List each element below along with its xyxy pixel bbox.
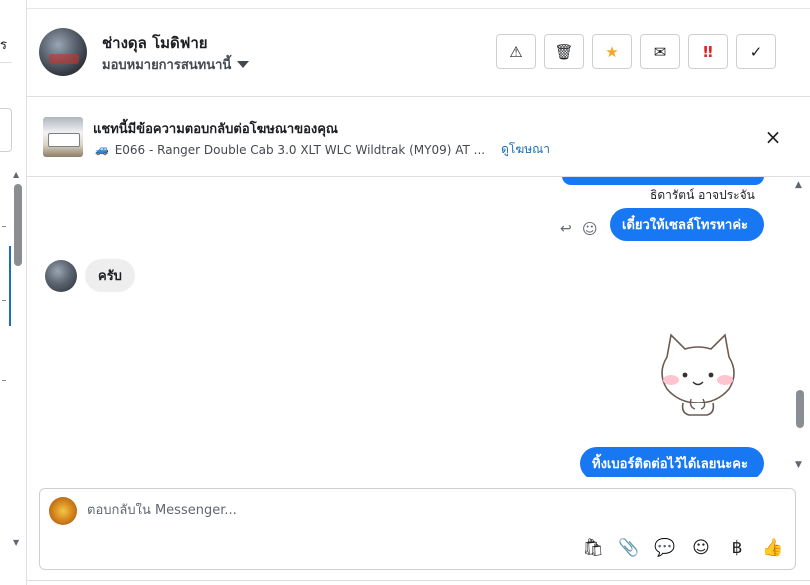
thread-scrollbar[interactable]: ▲ ▼ bbox=[794, 180, 806, 474]
react-icon[interactable]: ☺ bbox=[582, 220, 598, 238]
caret-down-icon bbox=[237, 61, 250, 68]
outgoing-message-bubble-partial bbox=[562, 177, 764, 185]
close-icon[interactable]: × bbox=[761, 125, 785, 149]
star-button[interactable]: ★ bbox=[592, 34, 632, 69]
warning-icon: ⚠ bbox=[509, 42, 523, 61]
contact-avatar-small bbox=[45, 260, 77, 292]
incoming-message-bubble[interactable]: ครับ bbox=[85, 259, 135, 292]
spam-button[interactable]: ‼ bbox=[688, 34, 728, 69]
message-composer: 🛍 📎 💬 ☺ ฿ 👍 bbox=[39, 488, 796, 570]
assign-label: มอบหมายการสนทนานี้ bbox=[102, 58, 232, 73]
done-button[interactable]: ✓ bbox=[736, 34, 776, 69]
report-button[interactable]: ⚠ bbox=[496, 34, 536, 69]
sidebar-scrollbar[interactable]: ▲ ▼ bbox=[13, 170, 23, 580]
page-avatar bbox=[49, 497, 77, 525]
conversation-header: ช่างดุล โมดิฟาย มอบหมายการสนทนานี้ ⚠ 🗑 ★… bbox=[27, 9, 810, 97]
list-item-marker bbox=[2, 226, 6, 227]
saved-reply-icon[interactable]: 💬 bbox=[654, 537, 676, 559]
cat-sticker[interactable] bbox=[653, 327, 743, 417]
ad-banner-title: แชทนี้มีข้อความตอบกลับต่อโฆษณาของคุณ bbox=[93, 122, 338, 137]
sidebar-search-box-edge[interactable] bbox=[0, 108, 12, 152]
view-ad-link[interactable]: ดูโฆษณา bbox=[501, 140, 550, 159]
shopping-bag-icon[interactable]: 🛍 bbox=[582, 537, 604, 559]
contact-avatar[interactable] bbox=[39, 28, 87, 76]
thread-scroll-thumb[interactable] bbox=[796, 390, 804, 428]
contact-name[interactable]: ช่างดุล โมดิฟาย bbox=[102, 31, 208, 55]
car-icon: 🚙 bbox=[95, 143, 109, 156]
delete-button[interactable]: 🗑 bbox=[544, 34, 584, 69]
scroll-up-arrow-icon[interactable]: ▲ bbox=[795, 180, 802, 190]
scroll-down-arrow-icon[interactable]: ▼ bbox=[795, 460, 802, 470]
ad-thumbnail[interactable] bbox=[43, 117, 83, 157]
header-actions: ⚠ 🗑 ★ ✉ ‼ ✓ bbox=[496, 34, 776, 69]
star-icon: ★ bbox=[605, 42, 619, 61]
sidebar-text-fragment: ร bbox=[0, 38, 7, 53]
envelope-icon: ✉ bbox=[653, 42, 667, 61]
ad-listing-line: 🚙 E066 - Ranger Double Cab 3.0 XLT WLC W… bbox=[95, 140, 550, 159]
reply-icon[interactable]: ↩ bbox=[560, 221, 572, 237]
thumbs-up-icon[interactable]: 👍 bbox=[762, 537, 784, 559]
list-item-marker bbox=[2, 300, 6, 301]
trash-icon: 🗑 bbox=[554, 42, 574, 61]
messenger-inbox: ร ▲ ▼ ช่างดุล โมดิฟาย มอบหมายการสนทนานี้… bbox=[0, 0, 810, 585]
selected-conversation-indicator bbox=[9, 246, 11, 326]
outgoing-message-bubble[interactable]: ทิ้งเบอร์ติดต่อไว้ได้เลยนะคะ bbox=[580, 447, 764, 477]
check-icon: ✓ bbox=[749, 42, 763, 61]
paperclip-icon[interactable]: 📎 bbox=[618, 537, 640, 559]
divider bbox=[0, 62, 12, 63]
conversation-list-edge: ร ▲ ▼ bbox=[0, 0, 27, 585]
mark-unread-button[interactable]: ✉ bbox=[640, 34, 680, 69]
message-thread: ธิดารัตน์ อาจประจัน ↩ ☺ เดี๋ยวให้เซลล์โท… bbox=[27, 177, 810, 477]
ad-reply-banner: แชทนี้มีข้อความตอบกลับต่อโฆษณาของคุณ 🚙 E… bbox=[27, 97, 810, 177]
composer-tools: 🛍 📎 💬 ☺ ฿ 👍 bbox=[582, 537, 784, 559]
scroll-up-arrow-icon[interactable]: ▲ bbox=[13, 170, 19, 179]
scroll-down-arrow-icon[interactable]: ▼ bbox=[13, 538, 19, 547]
assign-conversation-dropdown[interactable]: มอบหมายการสนทนานี้ bbox=[102, 54, 250, 75]
baht-icon[interactable]: ฿ bbox=[726, 537, 748, 559]
list-item-marker bbox=[2, 380, 6, 381]
double-exclamation-icon: ‼ bbox=[703, 42, 713, 61]
reply-input[interactable] bbox=[87, 503, 587, 518]
sender-name: ธิดารัตน์ อาจประจัน bbox=[650, 188, 755, 202]
ad-listing-text: E066 - Ranger Double Cab 3.0 XLT WLC Wil… bbox=[114, 142, 486, 157]
sidebar-scroll-thumb[interactable] bbox=[14, 184, 22, 266]
bottom-border bbox=[27, 580, 810, 581]
outgoing-message-bubble[interactable]: เดี๋ยวให้เซลล์โทรหาค่ะ bbox=[610, 208, 764, 241]
emoji-icon[interactable]: ☺ bbox=[690, 537, 712, 559]
